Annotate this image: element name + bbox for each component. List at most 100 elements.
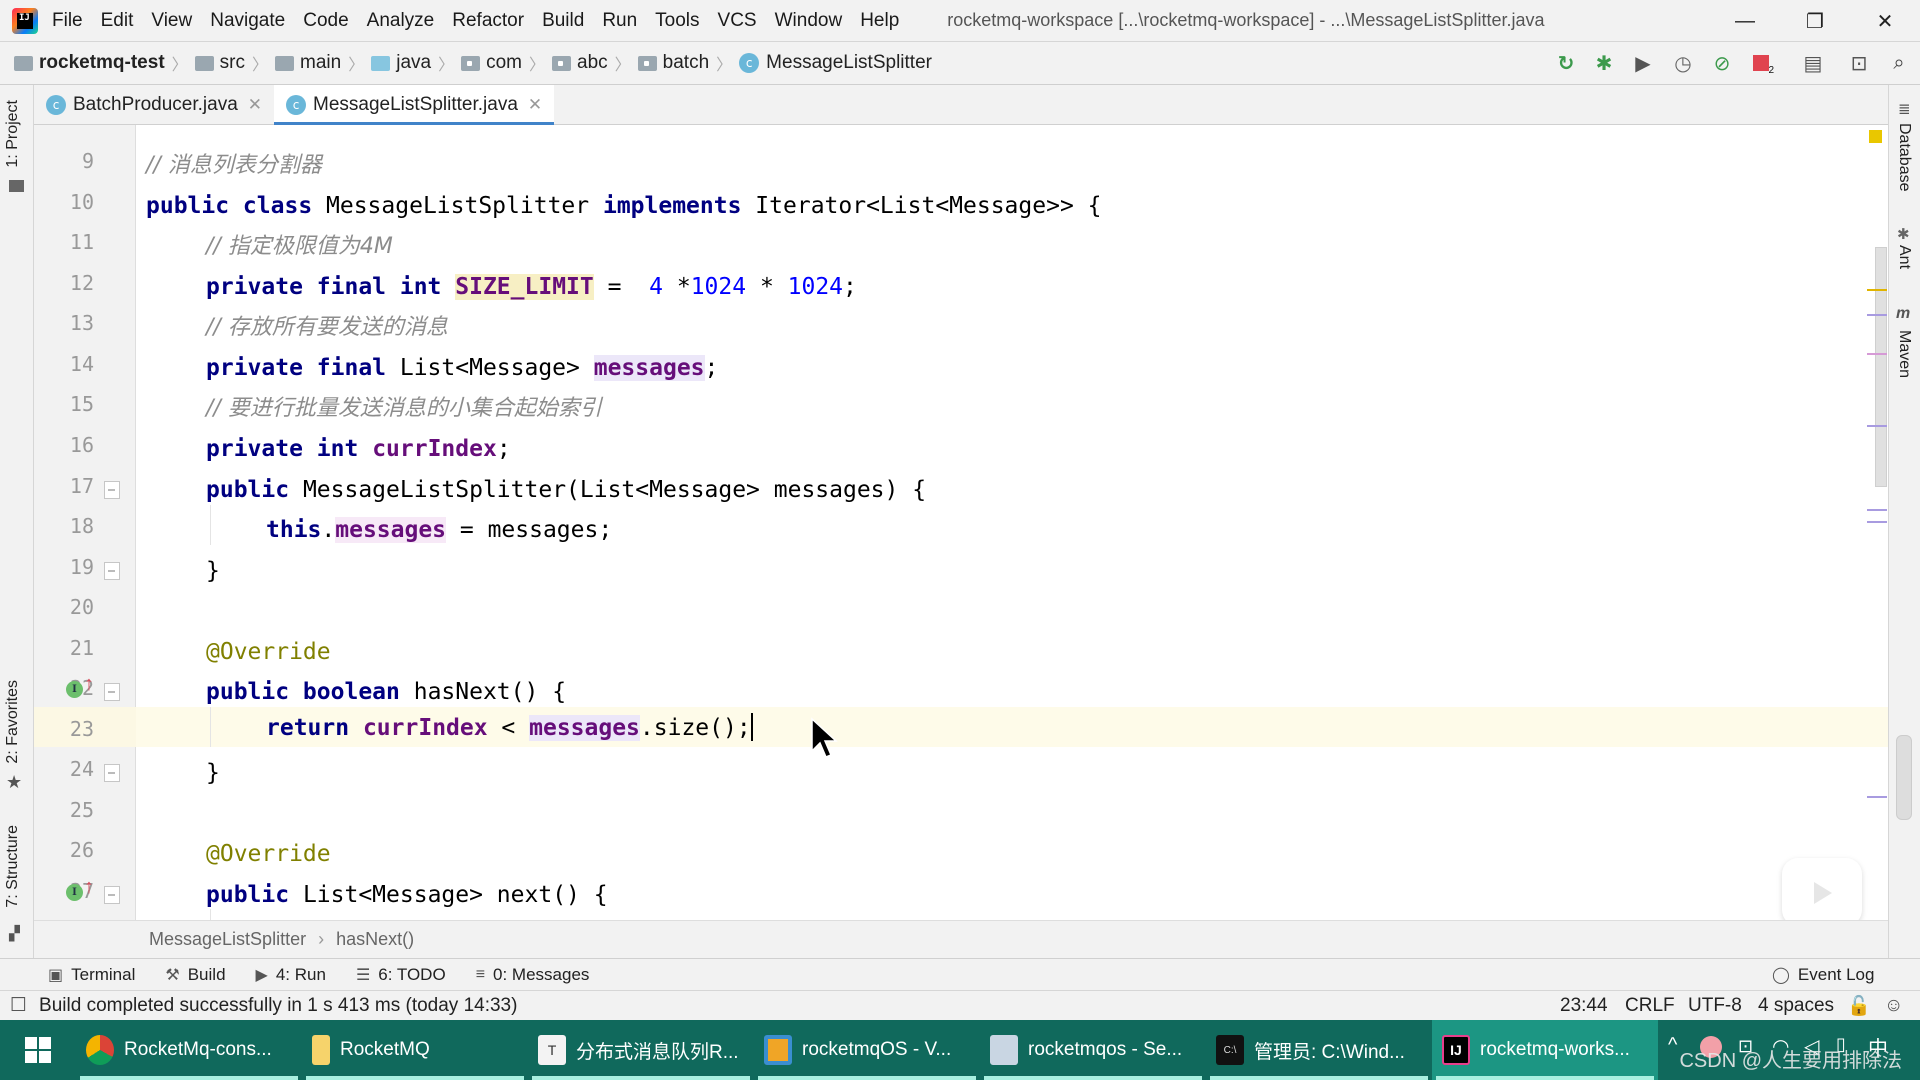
taskbar-item-typora[interactable]: T 分布式消息队列R... [528, 1020, 754, 1080]
tool-tab-database[interactable]: Database [1895, 123, 1913, 192]
terminal-icon[interactable]: ⊡ [1846, 50, 1872, 76]
close-tab-icon[interactable]: ✕ [528, 95, 542, 115]
video-player-badge[interactable] [1782, 858, 1862, 926]
breadcrumb-class[interactable]: MessageListSplitter [149, 929, 306, 950]
chevron-up-icon[interactable]: ^ [1668, 1034, 1677, 1057]
implements-method-icon[interactable]: I [66, 884, 83, 901]
status-message[interactable]: Build completed successfully in 1 s 413 … [39, 995, 517, 1017]
tool-window-run[interactable]: ▶ 4: Run [256, 965, 326, 985]
usage-marker[interactable] [1867, 796, 1887, 798]
tool-window-todo[interactable]: ☰ 6: TODO [356, 965, 446, 985]
breadcrumb-src[interactable]: src 〉 [194, 51, 275, 75]
start-button[interactable] [0, 1020, 76, 1080]
tab-messagelistsplitter[interactable]: c MessageListSplitter.java ✕ [274, 85, 555, 126]
breadcrumb-batch[interactable]: batch 〉 [637, 51, 740, 75]
tool-window-messages[interactable]: ≡ 0: Messages [476, 965, 590, 985]
fold-toggle[interactable] [104, 683, 120, 701]
menu-tools[interactable]: Tools [655, 10, 699, 32]
tool-tab-maven[interactable]: Maven [1895, 330, 1913, 378]
taskbar-item-securecrt[interactable]: rocketmqos - Se... [980, 1020, 1206, 1080]
file-encoding[interactable]: UTF-8 [1688, 995, 1742, 1017]
search-icon[interactable]: ⌕ [1886, 50, 1912, 76]
usage-marker[interactable] [1867, 521, 1887, 523]
tab-batchproducer[interactable]: c BatchProducer.java ✕ [34, 85, 274, 125]
analysis-status-icon[interactable] [1869, 130, 1882, 143]
stop-icon[interactable]: 2 [1748, 50, 1774, 76]
menu-run[interactable]: Run [602, 10, 637, 32]
breadcrumb-main[interactable]: main 〉 [275, 51, 371, 75]
coverage-icon[interactable]: ▶ [1630, 50, 1656, 76]
menu-file[interactable]: File [52, 10, 83, 32]
taskbar-item-intellij[interactable]: IJ rocketmq-works... [1432, 1020, 1658, 1080]
tool-tab-project[interactable]: 1: Project [4, 100, 22, 168]
implements-method-icon[interactable]: I [66, 681, 83, 698]
caret-position[interactable]: 23:44 [1560, 995, 1608, 1017]
menu-edit[interactable]: Edit [101, 10, 134, 32]
breadcrumb-method[interactable]: hasNext() [336, 929, 414, 950]
close-button[interactable]: ✕ [1850, 0, 1920, 42]
menu-build[interactable]: Build [542, 10, 584, 32]
usage-marker[interactable] [1867, 353, 1887, 355]
tool-tab-structure[interactable]: 7: Structure [4, 825, 22, 908]
tool-tab-ant[interactable]: Ant [1895, 245, 1913, 269]
taskbar-item-folder[interactable]: RocketMQ [302, 1020, 528, 1080]
taskbar-item-vmware[interactable]: rocketmqOS - V... [754, 1020, 980, 1080]
fold-toggle[interactable] [104, 886, 120, 904]
minimize-button[interactable]: — [1710, 0, 1780, 42]
inspector-icon[interactable]: ☺ [1884, 995, 1903, 1017]
breadcrumb-project[interactable]: rocketmq-test 〉 [14, 51, 195, 75]
taskbar-item-chrome[interactable]: RocketMq-cons... [76, 1020, 302, 1080]
breadcrumb-label: batch [662, 52, 710, 73]
code-breadcrumb-bar: MessageListSplitter › hasNext() [34, 920, 1888, 958]
vertical-scrollbar[interactable] [1875, 247, 1887, 487]
tool-windows-toggle-icon[interactable]: ☐ [10, 994, 27, 1017]
restore-button[interactable]: ❐ [1780, 0, 1850, 42]
memory-indicator[interactable] [1896, 735, 1912, 820]
fold-toggle[interactable] [104, 481, 120, 499]
usage-marker[interactable] [1867, 425, 1887, 427]
breadcrumb-label: com [486, 52, 522, 73]
line-number: 25 [69, 798, 94, 822]
taskbar-item-cmd[interactable]: C:\ 管理员: C:\Wind... [1206, 1020, 1432, 1080]
line-separator[interactable]: CRLF [1625, 995, 1675, 1017]
usage-marker[interactable] [1867, 509, 1887, 511]
chevron-right-icon: 〉 [529, 57, 546, 74]
profile-icon[interactable]: ◷ [1670, 50, 1696, 76]
menu-vcs[interactable]: VCS [718, 10, 757, 32]
line-number: 19 [69, 555, 94, 579]
fold-toggle[interactable] [104, 764, 120, 782]
menu-refactor[interactable]: Refactor [452, 10, 524, 32]
breadcrumb-com[interactable]: com 〉 [461, 51, 552, 75]
attach-debugger-icon[interactable]: ⊘ [1709, 50, 1735, 76]
lock-open-icon[interactable]: 🔓 [1847, 994, 1871, 1018]
menu-code[interactable]: Code [303, 10, 348, 32]
code-editor[interactable]: // 消息列表分割器 public class MessageListSplit… [136, 125, 1888, 920]
fold-toggle[interactable] [104, 562, 120, 580]
keyword: public class [146, 193, 313, 219]
breadcrumb-abc[interactable]: abc 〉 [552, 51, 638, 75]
breadcrumb-java[interactable]: java 〉 [371, 51, 461, 75]
close-tab-icon[interactable]: ✕ [248, 95, 262, 115]
text-caret [750, 713, 753, 741]
menu-analyze[interactable]: Analyze [367, 10, 435, 32]
project-structure-icon[interactable]: ▤ [1800, 50, 1826, 76]
chevron-right-icon: 〉 [252, 57, 269, 74]
tool-window-terminal[interactable]: ▣ Terminal [48, 965, 135, 985]
menu-navigate[interactable]: Navigate [210, 10, 285, 32]
usage-marker[interactable] [1867, 314, 1887, 316]
chrome-icon [86, 1035, 114, 1065]
indent-setting[interactable]: 4 spaces [1758, 995, 1834, 1017]
navigation-bar: rocketmq-test 〉 src 〉 main 〉 java 〉 com … [0, 42, 1920, 121]
tool-tab-favorites[interactable]: 2: Favorites [4, 680, 22, 764]
menu-window[interactable]: Window [775, 10, 843, 32]
event-log-button[interactable]: ◯ Event Log [1772, 965, 1874, 985]
tool-window-build[interactable]: ⚒ Build [165, 965, 225, 985]
warning-marker[interactable] [1867, 289, 1887, 291]
todo-icon: ☰ [355, 966, 371, 984]
rerun-icon[interactable]: ↻ [1553, 50, 1579, 76]
typora-icon: T [538, 1035, 566, 1065]
menu-view[interactable]: View [151, 10, 192, 32]
debug-icon[interactable]: ✱ [1591, 50, 1617, 76]
breadcrumb-class[interactable]: c MessageListSplitter [739, 52, 932, 74]
menu-help[interactable]: Help [860, 10, 899, 32]
